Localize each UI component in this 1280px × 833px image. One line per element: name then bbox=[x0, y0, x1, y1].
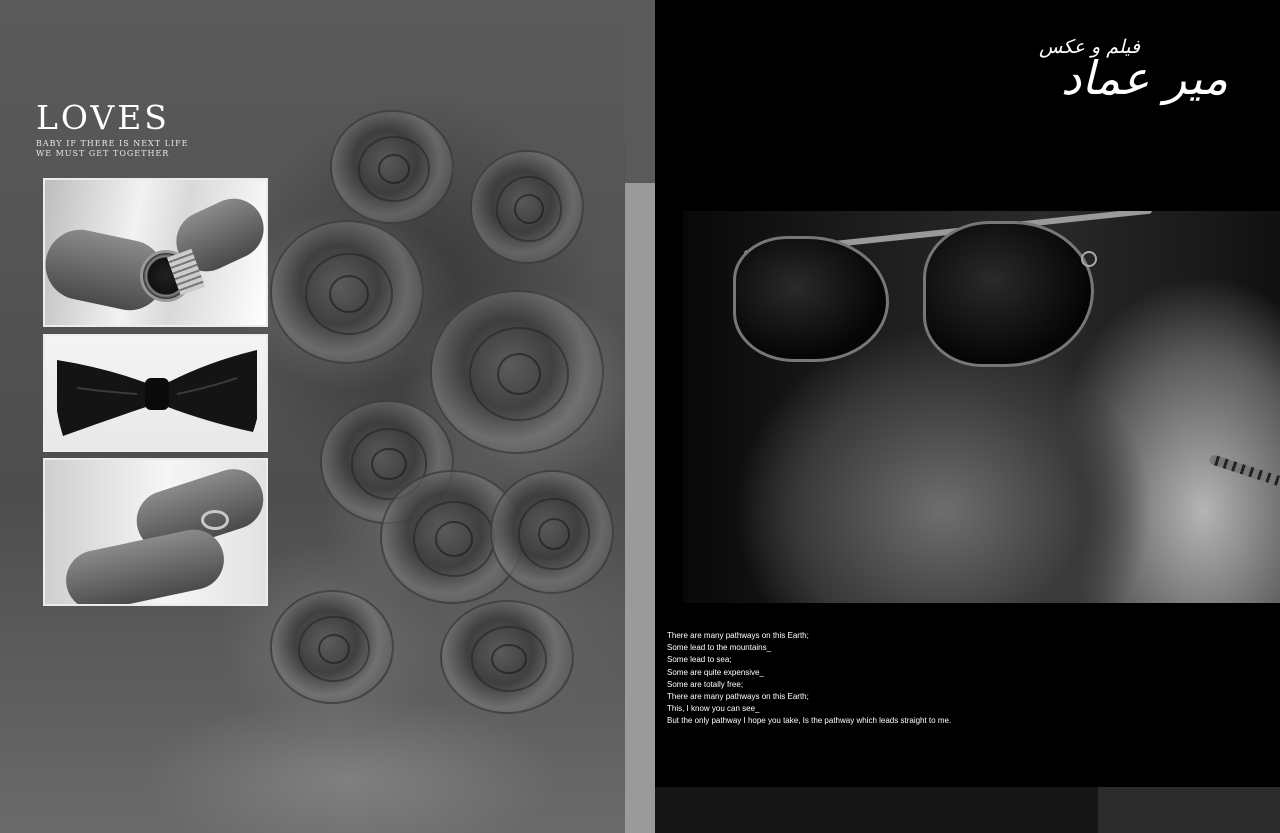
poem-line: Some are quite expensive_ bbox=[667, 667, 764, 677]
rose-decoration bbox=[470, 150, 584, 264]
photo-watch bbox=[43, 178, 268, 327]
bowtie-icon bbox=[55, 348, 262, 438]
right-page: فیلم و عکس میر عماد There are many pathw… bbox=[655, 0, 1280, 833]
sunglasses-lens-left bbox=[733, 236, 889, 362]
photo-bowtie bbox=[43, 334, 268, 452]
spine-shadow bbox=[625, 0, 655, 183]
poem-line: But the only pathway I hope you take, Is… bbox=[667, 716, 952, 726]
subtitle-line-1: BABY IF THERE IS NEXT LIFE bbox=[36, 139, 189, 148]
left-page-background: LOVES BABY IF THERE IS NEXT LIFE WE MUST… bbox=[0, 0, 625, 833]
bottom-bar-dark bbox=[655, 787, 1098, 833]
poem-line: Some lead to sea; bbox=[667, 655, 732, 665]
poem-line: This, I know you can see_ bbox=[667, 704, 760, 714]
sunglasses-lens-right bbox=[923, 221, 1094, 367]
rose-decoration bbox=[490, 470, 614, 594]
logo-calligraphy: میر عماد bbox=[1060, 51, 1228, 105]
rose-decoration bbox=[440, 600, 574, 714]
poem-line: Some lead to the mountains_ bbox=[667, 643, 772, 653]
portrait-photo bbox=[683, 211, 1280, 603]
rose-decoration bbox=[270, 220, 424, 364]
bracelet-icon bbox=[1208, 453, 1280, 489]
rose-decoration bbox=[270, 590, 394, 704]
rose-decoration bbox=[330, 110, 454, 224]
poem-line: There are many pathways on this Earth; bbox=[667, 692, 809, 702]
spine-divider bbox=[625, 183, 655, 833]
rose-decoration bbox=[430, 290, 604, 454]
poem-line: There are many pathways on this Earth; bbox=[667, 631, 809, 640]
subtitle-line-2: WE MUST GET TOGETHER bbox=[36, 149, 170, 158]
page-title: LOVES bbox=[36, 98, 170, 137]
ring-icon bbox=[201, 510, 229, 530]
earring-icon bbox=[1081, 251, 1097, 267]
photo-ring bbox=[43, 458, 268, 606]
poem-text: There are many pathways on this Earth; S… bbox=[667, 630, 951, 728]
poem-line: Some are totally free; bbox=[667, 679, 744, 689]
bottom-bar-gray bbox=[1098, 787, 1280, 833]
